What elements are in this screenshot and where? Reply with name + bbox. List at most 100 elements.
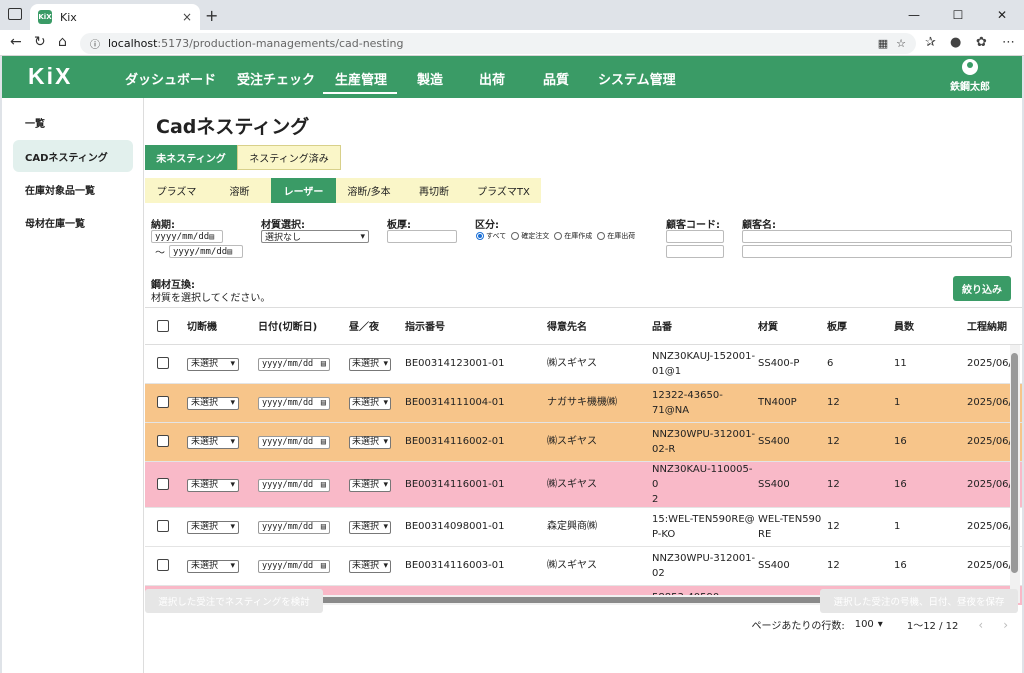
radio-stock-create[interactable]: 在庫作成 [554, 231, 592, 241]
nav-dashboard[interactable]: ダッシュボード [125, 69, 216, 88]
cutter-select[interactable]: 未選択 ▾ [187, 358, 239, 371]
select-all-checkbox[interactable] [157, 319, 169, 332]
nest-selected-button[interactable]: 選択した受注でネスティングを検討 [145, 589, 323, 613]
shift-select[interactable]: 未選択▾ [349, 397, 391, 410]
col-thickness[interactable]: 板厚 [827, 308, 894, 345]
cutter-select[interactable]: 未選択 ▾ [187, 397, 239, 410]
col-material[interactable]: 材質 [758, 308, 827, 345]
calendar-icon[interactable]: ▤ [321, 559, 326, 574]
maximize-button[interactable]: ☐ [936, 0, 980, 30]
tab-recut[interactable]: 再切断 [402, 178, 466, 203]
cut-date-input[interactable]: yyyy/mm/dd ▤ [258, 358, 330, 371]
filter-button[interactable]: 絞り込み [953, 276, 1011, 301]
save-selected-button[interactable]: 選択した受注の号機、日付、昼夜を保存 [820, 589, 1018, 613]
tab-laser[interactable]: レーザー [271, 178, 336, 203]
cut-date-input[interactable]: yyyy/mm/dd ▤ [258, 560, 330, 573]
customer-code-input-1[interactable] [666, 230, 724, 243]
shift-select[interactable]: 未選択▾ [349, 521, 391, 534]
cutter-select[interactable]: 未選択 ▾ [187, 521, 239, 534]
cut-date-input[interactable]: yyyy/mm/dd ▤ [258, 521, 330, 534]
reload-icon[interactable]: ↻ [34, 34, 46, 50]
shift-select[interactable]: 未選択▾ [349, 478, 391, 492]
row-checkbox[interactable] [157, 435, 169, 447]
browser-tab[interactable]: KiX Kix × [30, 4, 200, 30]
next-page-icon[interactable]: › [1003, 618, 1008, 632]
cut-date-input[interactable]: yyyy/mm/dd ▤ [258, 397, 330, 410]
prev-page-icon[interactable]: ‹ [978, 618, 983, 632]
kix-logo[interactable]: KiX [28, 63, 72, 90]
cut-date-input[interactable]: yyyy/mm/dd ▤ [258, 478, 330, 493]
row-checkbox[interactable] [157, 559, 169, 571]
nav-shipping[interactable]: 出荷 [479, 69, 505, 88]
due-to-input[interactable]: yyyy/mm/dd ▤ [169, 245, 243, 258]
nav-order-check[interactable]: 受注チェック [237, 69, 315, 88]
back-icon[interactable]: ← [10, 34, 22, 50]
sidebar-item-list[interactable]: 一覧 [13, 106, 133, 138]
tab-yodan-multi[interactable]: 溶断/多本 [336, 178, 402, 203]
material-select[interactable]: 選択なし ▾ [261, 230, 369, 243]
sidebar-item-base-stock[interactable]: 母材在庫一覧 [13, 206, 133, 238]
tab-plasma-tx[interactable]: プラズマTX [466, 178, 541, 203]
user-menu[interactable]: 鉄鋼太郎 [950, 59, 990, 93]
row-checkbox[interactable] [157, 520, 169, 532]
col-customer[interactable]: 得意先名 [547, 308, 652, 345]
col-quantity[interactable]: 員数 [894, 308, 967, 345]
minimize-button[interactable]: — [892, 0, 936, 30]
calendar-icon[interactable]: ▤ [321, 435, 326, 450]
due-from-input[interactable]: yyyy/mm/dd ▤ [151, 230, 223, 243]
favorite-star-icon[interactable]: ☆ [896, 37, 906, 50]
customer-name-input-1[interactable] [742, 230, 1012, 243]
sidebar-item-cad-nesting[interactable]: CADネスティング [13, 140, 133, 172]
rows-per-page-select[interactable]: 100 ▾ [855, 619, 883, 630]
thickness-input[interactable] [387, 230, 457, 243]
shift-select[interactable]: 未選択▾ [349, 436, 391, 449]
radio-all[interactable]: すべて [476, 231, 506, 241]
more-menu-icon[interactable]: ⋯ [1002, 35, 1015, 50]
tab-actions-icon[interactable] [8, 8, 22, 20]
nav-system[interactable]: システム管理 [598, 69, 676, 88]
tab-plasma[interactable]: プラズマ [145, 178, 208, 203]
tab-nested[interactable]: ネスティング済み [237, 145, 341, 170]
customer-code-input-2[interactable] [666, 245, 724, 258]
col-process-due[interactable]: 工程納期 [967, 308, 1022, 345]
nav-production[interactable]: 生産管理 [335, 69, 387, 88]
col-part-no[interactable]: 品番 [652, 308, 758, 345]
favorites-icon[interactable]: ✰ [925, 35, 936, 50]
calendar-icon[interactable]: ▤ [321, 396, 326, 411]
vertical-scroll-thumb[interactable] [1011, 353, 1018, 573]
row-checkbox[interactable] [157, 396, 169, 408]
tab-un-nested[interactable]: 未ネスティング [145, 145, 237, 170]
calendar-icon[interactable]: ▤ [227, 247, 232, 256]
cutter-select[interactable]: 未選択 ▾ [187, 560, 239, 573]
radio-confirmed[interactable]: 確定注文 [511, 231, 549, 241]
col-instruction-no[interactable]: 指示番号 [405, 308, 547, 345]
col-shift[interactable]: 昼／夜 [349, 308, 405, 345]
url-field[interactable]: ⓘ localhost:5173/production-managements/… [80, 33, 916, 54]
copilot-icon[interactable]: ✿ [976, 35, 987, 50]
col-cut-date[interactable]: 日付(切断日) [258, 308, 349, 345]
calendar-icon[interactable]: ▤ [209, 232, 214, 241]
close-tab-icon[interactable]: × [182, 10, 192, 24]
new-tab-button[interactable]: + [205, 6, 218, 25]
vertical-scrollbar[interactable] [1010, 345, 1020, 603]
profile-icon[interactable]: ● [950, 35, 961, 50]
shift-select[interactable]: 未選択▾ [349, 560, 391, 573]
col-cutter[interactable]: 切断機 [187, 308, 258, 345]
calendar-icon[interactable]: ▤ [321, 357, 326, 372]
close-window-button[interactable]: ✕ [980, 0, 1024, 30]
home-icon[interactable]: ⌂ [58, 34, 67, 50]
cut-date-input[interactable]: yyyy/mm/dd ▤ [258, 436, 330, 449]
cutter-select[interactable]: 未選択 ▾ [187, 478, 239, 492]
row-checkbox[interactable] [157, 357, 169, 369]
calendar-icon[interactable]: ▤ [321, 520, 326, 535]
site-info-icon[interactable]: ⓘ [90, 36, 100, 51]
calendar-icon[interactable]: ▤ [321, 478, 326, 493]
row-checkbox[interactable] [157, 477, 169, 490]
nav-quality[interactable]: 品質 [543, 69, 569, 88]
customer-name-input-2[interactable] [742, 245, 1012, 258]
reader-icon[interactable]: ▦ [878, 37, 888, 50]
sidebar-item-stock-items[interactable]: 在庫対象品一覧 [13, 173, 133, 205]
tab-yodan[interactable]: 溶断 [208, 178, 271, 203]
radio-stock-ship[interactable]: 在庫出荷 [597, 231, 635, 241]
nav-manufacturing[interactable]: 製造 [417, 69, 443, 88]
